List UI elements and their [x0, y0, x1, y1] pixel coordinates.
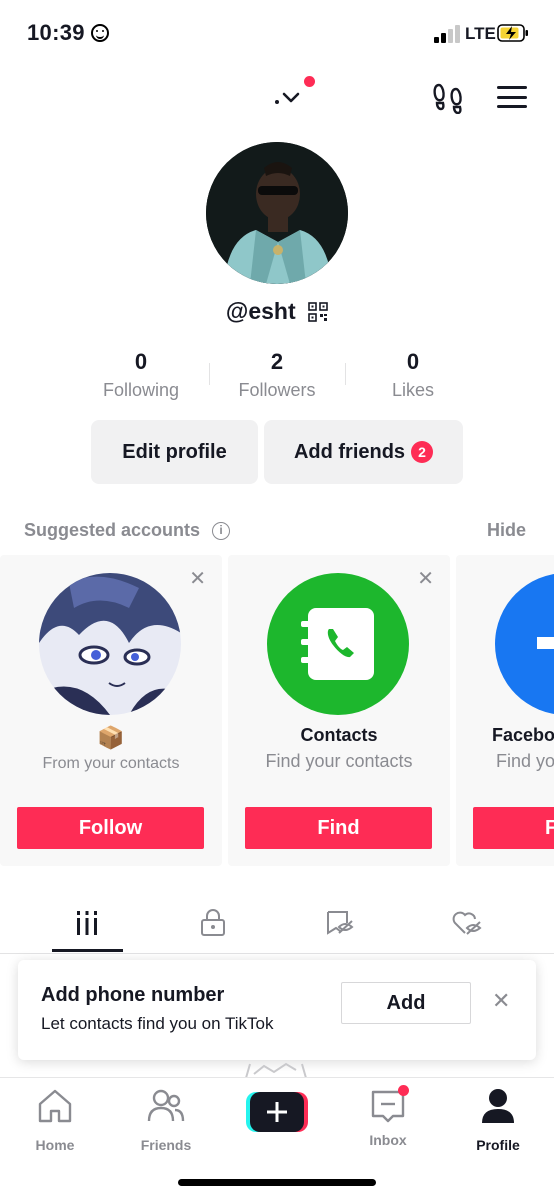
- suggested-card-contacts: ✕ Contacts Find your contacts Find: [228, 555, 450, 866]
- tab-reposts[interactable]: [305, 908, 375, 938]
- contacts-book-icon: [301, 608, 374, 680]
- nav-home[interactable]: Home: [10, 1088, 100, 1153]
- nav-inbox[interactable]: Inbox: [343, 1085, 433, 1148]
- edit-profile-label: Edit profile: [122, 440, 227, 463]
- suggested-card-facebook: Facebo Find yo F: [456, 555, 554, 866]
- add-friends-badge: 2: [411, 441, 434, 463]
- grid-icon: [77, 911, 97, 935]
- active-tab-indicator: [52, 949, 123, 952]
- edit-profile-button[interactable]: Edit profile: [91, 420, 258, 484]
- close-icon[interactable]: ✕: [189, 569, 206, 589]
- facebook-icon: [537, 637, 554, 649]
- nav-label: Friends: [140, 1137, 192, 1153]
- profile-icon: [482, 1089, 514, 1123]
- friends-icon: [147, 1089, 185, 1122]
- suggested-avatar[interactable]: [39, 573, 181, 715]
- stat-divider: [209, 363, 210, 385]
- profile-handle: @esht: [225, 298, 296, 324]
- profile-avatar[interactable]: [206, 142, 348, 284]
- notification-dot: [398, 1085, 409, 1096]
- footprint-icon[interactable]: [432, 82, 464, 114]
- nav-label: Profile: [476, 1137, 520, 1153]
- nav-label: Inbox: [369, 1132, 407, 1148]
- tab-liked[interactable]: [432, 908, 502, 938]
- inbox-icon-wrap: [369, 1085, 409, 1124]
- following-count: 0: [134, 349, 148, 374]
- home-indicator: [178, 1179, 376, 1186]
- add-phone-banner: Add phone number Let contacts find you o…: [18, 960, 536, 1060]
- likes-count: 0: [406, 349, 420, 374]
- stat-following[interactable]: 0 Following: [81, 348, 201, 401]
- smiley-icon: [91, 24, 109, 42]
- hidden-heart-icon: [452, 911, 482, 935]
- card-subtitle: Find yo: [496, 751, 554, 771]
- stat-likes[interactable]: 0 Likes: [353, 348, 473, 401]
- add-friends-label: Add friends: [293, 440, 406, 463]
- package-emoji: 📦: [97, 725, 125, 750]
- find-button[interactable]: F: [473, 807, 554, 849]
- qr-code-icon[interactable]: [308, 301, 328, 322]
- stat-divider: [345, 363, 346, 385]
- content-tabs: [0, 900, 554, 954]
- add-friends-button[interactable]: Add friends 2: [264, 420, 463, 484]
- empty-state-illustration: [245, 1062, 307, 1078]
- handle-row: @esht: [0, 298, 554, 325]
- status-bar: 10:39 LTE: [0, 0, 554, 66]
- card-subtitle: Find your contacts: [265, 751, 413, 771]
- suggested-accounts-title: Suggested accounts: [24, 520, 201, 540]
- followers-count: 2: [270, 349, 284, 374]
- info-icon[interactable]: i: [212, 522, 230, 540]
- signal-icon: [434, 25, 462, 43]
- card-name: Contacts: [300, 725, 378, 745]
- hide-suggestions-link[interactable]: Hide: [487, 520, 526, 541]
- find-button[interactable]: Find: [245, 807, 432, 849]
- tab-videos[interactable]: [52, 908, 122, 938]
- nav-friends[interactable]: Friends: [121, 1088, 211, 1153]
- close-icon[interactable]: ✕: [417, 569, 434, 589]
- battery-charging-icon: [497, 24, 528, 42]
- tab-private[interactable]: [178, 908, 248, 938]
- banner-title: Add phone number: [41, 984, 225, 1006]
- status-time: 10:39: [27, 20, 85, 45]
- following-label: Following: [102, 380, 180, 400]
- account-switcher-chevron-icon[interactable]: [271, 86, 311, 112]
- card-name: Facebo: [492, 725, 554, 745]
- facebook-avatar[interactable]: [495, 573, 554, 715]
- create-icon[interactable]: [246, 1092, 308, 1132]
- stat-followers[interactable]: 2 Followers: [217, 348, 337, 401]
- close-icon[interactable]: ✕: [492, 988, 510, 1014]
- follow-button[interactable]: Follow: [17, 807, 204, 849]
- card-subtitle: From your contacts: [42, 755, 180, 772]
- nav-profile[interactable]: Profile: [453, 1088, 543, 1153]
- nav-label: Home: [35, 1137, 75, 1153]
- home-icon: [38, 1089, 72, 1123]
- contacts-avatar[interactable]: [267, 573, 409, 715]
- lock-icon: [201, 909, 225, 936]
- notification-dot: [304, 76, 315, 87]
- avatar-photo: [206, 142, 348, 284]
- hamburger-menu-icon[interactable]: [497, 86, 527, 110]
- banner-subtitle: Let contacts find you on TikTok: [41, 1014, 274, 1033]
- suggested-card: ✕ 📦 From your contacts Follow: [0, 555, 222, 866]
- anime-avatar-image: [39, 573, 181, 715]
- followers-label: Followers: [238, 380, 316, 400]
- network-type: LTE: [465, 24, 496, 43]
- add-phone-button[interactable]: Add: [341, 982, 471, 1024]
- likes-label: Likes: [391, 380, 435, 400]
- hidden-bookmark-icon: [327, 911, 354, 935]
